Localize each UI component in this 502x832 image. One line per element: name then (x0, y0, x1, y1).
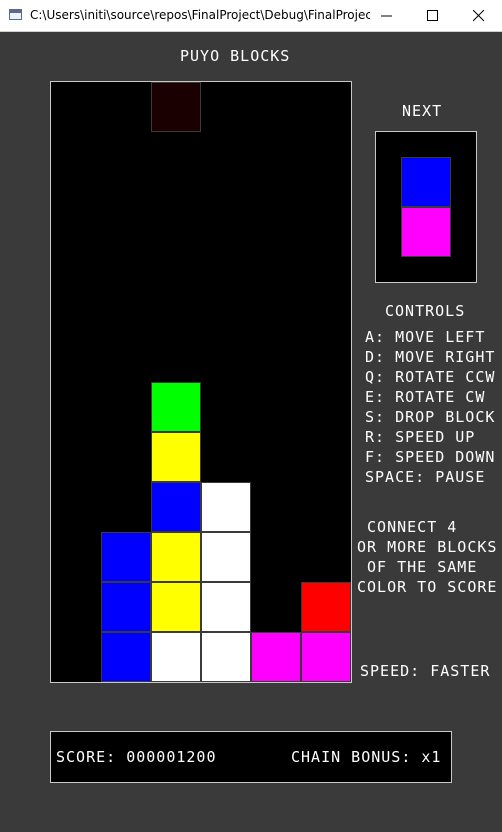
game-title: PUYO BLOCKS (180, 47, 291, 65)
next-label: NEXT (402, 102, 443, 120)
board-block (101, 632, 151, 682)
game-board (50, 81, 352, 683)
board-block (101, 582, 151, 632)
score-panel: SCORE: 000001200 CHAIN BONUS: x1 (50, 731, 452, 783)
maximize-button[interactable] (410, 0, 456, 31)
next-piece-block (401, 157, 451, 207)
board-block (201, 582, 251, 632)
control-move-right: D: MOVE RIGHT (365, 348, 496, 366)
board-block (201, 632, 251, 682)
window-title: C:\Users\initi\source\repos\FinalProject… (30, 8, 370, 22)
next-piece-preview (375, 131, 477, 283)
minimize-button[interactable] (364, 0, 410, 31)
instructions-text: CONNECT 4 OR MORE BLOCKS OF THE SAME COL… (357, 518, 498, 596)
board-block (151, 632, 201, 682)
close-icon (473, 10, 485, 22)
control-rotate-cw: E: ROTATE CW (365, 388, 486, 406)
controls-title: CONTROLS (385, 302, 466, 320)
board-block (201, 482, 251, 532)
control-speed-down: F: SPEED DOWN (365, 448, 496, 466)
window-titlebar: C:\Users\initi\source\repos\FinalProject… (0, 0, 502, 32)
minimize-icon (381, 15, 392, 17)
board-block (201, 532, 251, 582)
control-pause: SPACE: PAUSE (365, 468, 486, 486)
score-display: SCORE: 000001200 (56, 748, 217, 766)
board-block (151, 482, 201, 532)
control-rotate-ccw: Q: ROTATE CCW (365, 368, 496, 386)
controls-list: A: MOVE LEFT D: MOVE RIGHT Q: ROTATE CCW… (365, 327, 495, 487)
speed-indicator: SPEED: FASTER (360, 662, 491, 680)
board-block (301, 582, 351, 632)
board-block (151, 382, 201, 432)
chain-bonus-display: CHAIN BONUS: x1 (291, 748, 442, 766)
board-block (301, 632, 351, 682)
board-block (101, 532, 151, 582)
control-move-left: A: MOVE LEFT (365, 328, 486, 346)
board-block (151, 582, 201, 632)
control-drop-block: S: DROP BLOCK (365, 408, 496, 426)
board-block (251, 632, 301, 682)
console-app-icon (9, 9, 22, 20)
next-piece-block (401, 207, 451, 257)
maximize-icon (427, 10, 438, 21)
control-speed-up: R: SPEED UP (365, 428, 476, 446)
board-block (151, 432, 201, 482)
board-block (151, 82, 201, 132)
board-block (151, 532, 201, 582)
close-button[interactable] (456, 0, 502, 31)
